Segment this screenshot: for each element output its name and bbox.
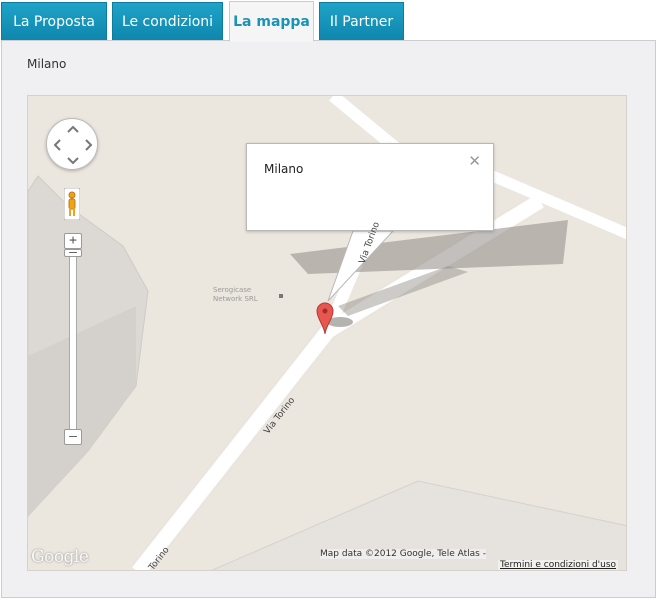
tab-la-mappa[interactable]: La mappa (229, 1, 314, 42)
google-logo[interactable]: Google (31, 547, 89, 567)
info-window-text: Milano (264, 162, 304, 176)
tab-la-proposta[interactable]: La Proposta (1, 2, 107, 40)
zoom-slider-track[interactable] (69, 256, 77, 434)
map-attribution: Map data ©2012 Google, Tele Atlas - (320, 549, 486, 559)
terms-link[interactable]: Termini e condizioni d'uso (498, 560, 619, 570)
tab-le-condizioni[interactable]: Le condizioni (112, 2, 223, 40)
map-canvas[interactable]: Serogicase Network SRL Milano ✕ + – – Vi… (27, 95, 627, 571)
tab-bar: La Proposta Le condizioni La mappa Il Pa… (0, 0, 657, 42)
zoom-out-icon[interactable]: – (64, 429, 82, 445)
location-label: Milano (27, 57, 67, 71)
close-icon[interactable]: ✕ (468, 152, 481, 170)
tab-il-partner[interactable]: Il Partner (319, 2, 404, 40)
info-window: Milano ✕ (246, 143, 494, 231)
poi-label: Serogicase Network SRL (213, 286, 258, 303)
pegman-icon[interactable] (63, 187, 81, 221)
zoom-handle[interactable]: – (64, 246, 82, 259)
pan-control-icon[interactable] (46, 118, 98, 170)
map-marker-icon[interactable] (316, 301, 334, 335)
